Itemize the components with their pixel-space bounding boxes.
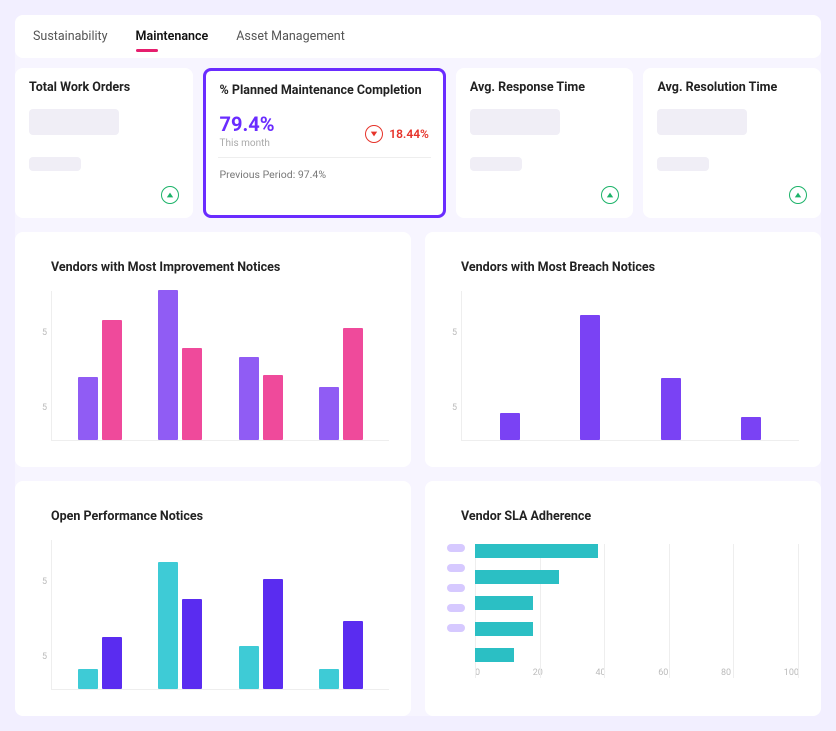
divider [218, 157, 431, 158]
bar[interactable] [158, 562, 178, 689]
bar[interactable] [475, 570, 559, 584]
placeholder [29, 109, 119, 135]
card-improvement-notices: Vendors with Most Improvement Notices 55 [15, 232, 411, 467]
tab-maintenance[interactable]: Maintenance [136, 25, 209, 48]
trend-up-icon [789, 186, 807, 204]
bar[interactable] [78, 669, 98, 689]
card-title: Vendor SLA Adherence [461, 509, 799, 524]
placeholder [470, 109, 560, 135]
chart-sla: 020406080100 [447, 544, 799, 678]
bar[interactable] [182, 599, 202, 689]
bar[interactable] [319, 387, 339, 440]
trend-up-icon [601, 186, 619, 204]
tab-sustainability[interactable]: Sustainability [33, 25, 108, 48]
kpi-resolution-time[interactable]: Avg. Resolution Time [643, 68, 821, 218]
bar[interactable] [475, 596, 533, 610]
bar[interactable] [500, 413, 520, 440]
card-title: Open Performance Notices [51, 509, 389, 524]
kpi-total-work-orders[interactable]: Total Work Orders [15, 68, 193, 218]
kpi-delta: 18.44% [389, 127, 429, 141]
trend-up-icon [161, 186, 179, 204]
card-title: Vendors with Most Breach Notices [461, 260, 799, 275]
chart-open: 55 [37, 544, 389, 694]
series-label [447, 564, 465, 572]
bar[interactable] [319, 669, 339, 689]
bar[interactable] [661, 378, 681, 440]
bar[interactable] [263, 579, 283, 689]
bar[interactable] [343, 621, 363, 689]
placeholder [470, 157, 522, 171]
bar[interactable] [475, 544, 598, 558]
kpi-title: Avg. Response Time [470, 80, 620, 95]
card-breach-notices: Vendors with Most Breach Notices 55 [425, 232, 821, 467]
kpi-row: Total Work Orders % Planned Maintenance … [15, 68, 821, 218]
tab-asset-management[interactable]: Asset Management [236, 25, 345, 48]
bar[interactable] [475, 622, 533, 636]
bar[interactable] [102, 320, 122, 440]
bar[interactable] [475, 648, 514, 662]
card-title: Vendors with Most Improvement Notices [51, 260, 389, 275]
bar[interactable] [239, 646, 259, 689]
trend-down-icon [365, 125, 383, 143]
card-open-performance: Open Performance Notices 55 [15, 481, 411, 716]
series-label [447, 604, 465, 612]
chart-breach: 55 [447, 295, 799, 445]
bar[interactable] [158, 290, 178, 440]
bar[interactable] [239, 357, 259, 440]
card-sla-adherence: Vendor SLA Adherence 020406080100 [425, 481, 821, 716]
bar[interactable] [263, 375, 283, 440]
bar[interactable] [102, 637, 122, 689]
bar[interactable] [580, 315, 600, 440]
kpi-title: Avg. Resolution Time [657, 80, 807, 95]
placeholder [29, 157, 81, 171]
bar[interactable] [343, 328, 363, 440]
kpi-previous: Previous Period: 97.4% [220, 168, 429, 181]
chart-improvement: 55 [37, 295, 389, 445]
kpi-planned-maintenance[interactable]: % Planned Maintenance Completion 79.4% T… [203, 68, 446, 218]
kpi-title: Total Work Orders [29, 80, 179, 95]
series-label [447, 584, 465, 592]
bar[interactable] [182, 348, 202, 440]
placeholder [657, 157, 709, 171]
bar[interactable] [741, 417, 761, 440]
tabs: Sustainability Maintenance Asset Managem… [15, 15, 821, 58]
series-label [447, 624, 465, 632]
series-label [447, 544, 465, 552]
kpi-response-time[interactable]: Avg. Response Time [456, 68, 634, 218]
placeholder [657, 109, 747, 135]
bar[interactable] [78, 377, 98, 440]
kpi-title: % Planned Maintenance Completion [220, 83, 429, 98]
